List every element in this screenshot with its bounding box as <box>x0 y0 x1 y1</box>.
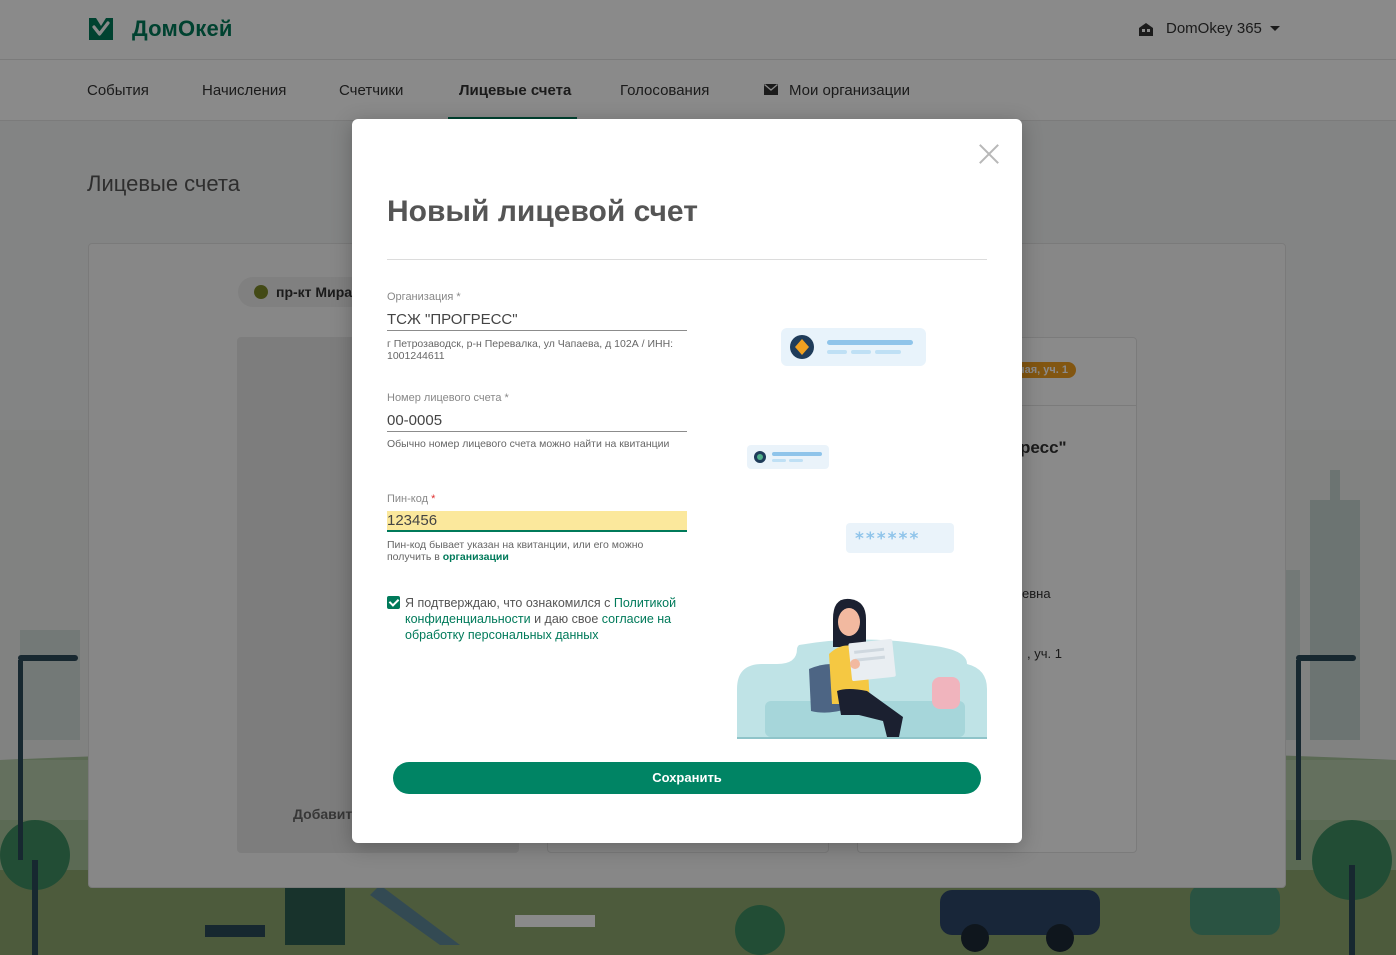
save-button[interactable]: Сохранить <box>393 762 981 794</box>
account-number-field[interactable] <box>387 410 687 432</box>
organization-link[interactable]: организации <box>443 551 509 563</box>
title-divider <box>387 259 987 260</box>
account-number-label: Номер лицевого счета * <box>387 392 509 404</box>
organization-hint: г Петрозаводск, р-н Перевалка, ул Чапаев… <box>387 338 674 362</box>
pin-hint: Пин-код бывает указан на квитанции, или … <box>387 539 644 563</box>
new-account-dialog: Новый лицевой счет Организация * г Петро… <box>352 119 1022 843</box>
receipt-illustration: ****** <box>737 328 987 739</box>
dialog-title: Новый лицевой счет <box>387 195 698 228</box>
organization-label: Организация * <box>387 291 461 303</box>
pin-mask-text: ****** <box>855 529 920 549</box>
organization-field[interactable] <box>387 309 687 331</box>
pin-field[interactable] <box>387 511 687 532</box>
consent-checkbox[interactable] <box>387 596 400 609</box>
pin-label: Пин-код * <box>387 493 436 505</box>
close-button[interactable] <box>978 143 1000 165</box>
consent-text: Я подтверждаю, что ознакомился с Политик… <box>405 596 677 642</box>
consent-row: Я подтверждаю, что ознакомился с Политик… <box>387 595 692 643</box>
account-number-hint: Обычно номер лицевого счета можно найти … <box>387 438 670 450</box>
